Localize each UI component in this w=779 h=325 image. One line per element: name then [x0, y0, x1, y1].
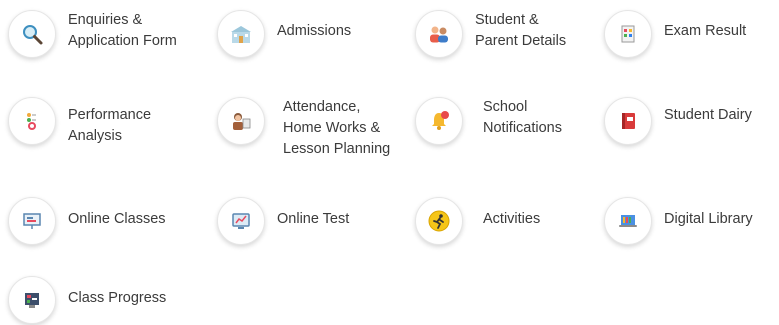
running-icon: [415, 197, 463, 245]
feature-label: Student Dairy: [664, 107, 752, 123]
feature-performance[interactable]: Performance Analysis: [8, 97, 151, 147]
feature-label: Class Progress: [68, 290, 167, 306]
progress-board-icon: [8, 276, 56, 324]
feature-label: Online Classes: [68, 211, 166, 227]
feature-class-progress[interactable]: Class Progress: [8, 276, 166, 324]
feature-exam-result[interactable]: Exam Result: [604, 10, 746, 58]
monitor-icon: [217, 197, 265, 245]
laptop-library-icon: [604, 197, 652, 245]
feature-enquiries[interactable]: Enquiries & Application Form: [8, 10, 177, 58]
feature-label: Digital Library: [664, 211, 753, 227]
feature-activities[interactable]: Activities: [415, 197, 540, 245]
feature-digital-library[interactable]: Digital Library: [604, 197, 753, 245]
feature-school-notifications[interactable]: School Notifications: [415, 97, 562, 145]
feature-label: Performance Analysis: [68, 107, 152, 144]
feature-online-test[interactable]: Online Test: [217, 197, 349, 245]
feature-student-diary[interactable]: Student Dairy: [604, 97, 752, 145]
building-icon: [217, 10, 265, 58]
feature-label: Admissions: [277, 23, 352, 39]
presentation-icon: [8, 197, 56, 245]
feature-label: Online Test: [277, 211, 350, 227]
magnifier-icon: [8, 10, 56, 58]
feature-student-parent[interactable]: Student & Parent Details: [415, 10, 566, 58]
teacher-icon: [217, 97, 265, 145]
feature-label: Student & Parent Details: [475, 12, 567, 49]
feature-label: Attendance, Home Works & Lesson Planning: [283, 99, 391, 157]
feature-online-classes[interactable]: Online Classes: [8, 197, 166, 245]
calendar-grid-icon: [604, 10, 652, 58]
feature-label: Activities: [483, 211, 541, 227]
feature-label: School Notifications: [483, 99, 562, 136]
bell-icon: [415, 97, 463, 145]
chart-dots-icon: [8, 97, 56, 145]
feature-admissions[interactable]: Admissions: [217, 10, 351, 58]
diary-icon: [604, 97, 652, 145]
people-icon: [415, 10, 463, 58]
feature-label: Exam Result: [664, 23, 747, 39]
feature-attendance[interactable]: Attendance, Home Works & Lesson Planning: [217, 97, 390, 160]
feature-label: Enquiries & Application Form: [68, 12, 177, 49]
